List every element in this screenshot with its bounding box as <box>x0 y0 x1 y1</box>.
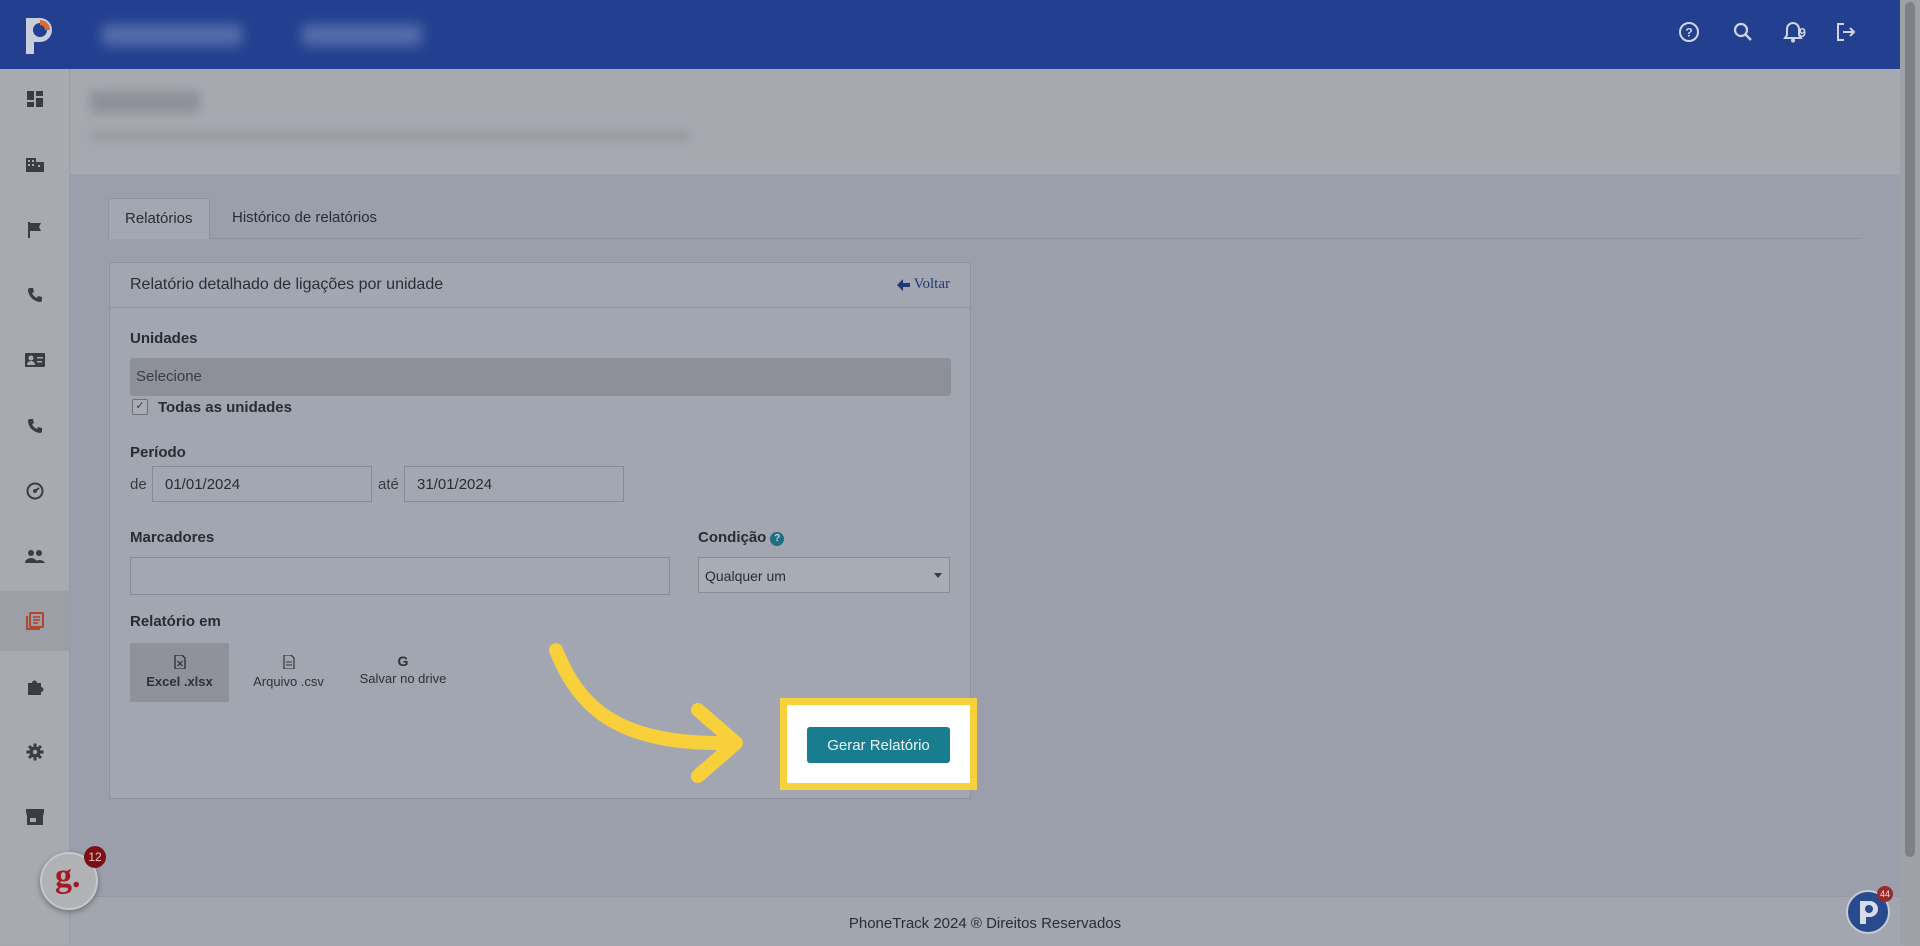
phonetrack-logo[interactable] <box>18 12 58 56</box>
format-csv-label: Arquivo .csv <box>253 674 324 689</box>
footer: PhoneTrack 2024 ® Direitos Reservados <box>70 896 1900 946</box>
users-icon <box>24 550 45 563</box>
back-link[interactable]: Voltar <box>896 276 950 293</box>
sidebar-item-contacts[interactable] <box>0 330 69 390</box>
sidebar-item-settings[interactable] <box>0 722 69 782</box>
notification-count: 9 <box>1798 24 1806 40</box>
page-header <box>70 69 1900 174</box>
scrollbar-thumb[interactable] <box>1905 2 1915 857</box>
date-end-input[interactable]: 31/01/2024 <box>404 466 624 502</box>
g-widget-button[interactable]: g. 12 <box>40 846 106 910</box>
unidades-label: Unidades <box>130 330 198 347</box>
phone-call-icon <box>27 419 42 433</box>
format-drive-label: Salvar no drive <box>359 671 447 686</box>
top-navbar: ? 9 <box>0 0 1900 69</box>
g-widget-count: 12 <box>84 846 106 868</box>
format-excel-button[interactable]: Excel .xlsx <box>130 643 229 702</box>
unidades-placeholder: Selecione <box>136 368 202 385</box>
annotation-arrow <box>549 643 743 783</box>
card-header: Relatório detalhado de ligações por unid… <box>110 263 970 308</box>
csv-file-icon <box>239 654 338 672</box>
relatorio-em-label: Relatório em <box>130 613 221 630</box>
phone-icon <box>27 288 42 302</box>
caret-down-icon <box>934 573 942 578</box>
building-icon <box>25 158 44 172</box>
search-icon[interactable] <box>1729 18 1757 46</box>
marcadores-input[interactable] <box>130 557 670 595</box>
sidebar-item-phone-lines[interactable] <box>0 396 69 456</box>
sidebar-item-dashboard[interactable] <box>0 69 69 129</box>
gerar-relatorio-button[interactable]: Gerar Relatório <box>807 727 950 763</box>
sidebar-item-reports[interactable] <box>0 591 69 651</box>
card-title: Relatório detalhado de ligações por unid… <box>130 276 444 293</box>
flag-icon <box>27 222 41 238</box>
reports-icon <box>25 612 44 630</box>
date-start-input[interactable]: 01/01/2024 <box>152 466 372 502</box>
report-tabs: Relatórios Histórico de relatórios <box>108 198 1862 239</box>
sidebar-item-calls[interactable] <box>0 265 69 325</box>
chat-widget-count: 44 <box>1877 886 1893 902</box>
todas-unidades-label: Todas as unidades <box>158 399 292 416</box>
unidades-select[interactable]: Selecione <box>130 358 951 396</box>
sidebar-item-store[interactable] <box>0 787 69 847</box>
logout-icon[interactable] <box>1832 18 1860 46</box>
format-csv-button[interactable]: Arquivo .csv <box>239 643 338 702</box>
de-label: de <box>130 476 147 493</box>
tab-historico[interactable]: Histórico de relatórios <box>216 198 393 238</box>
footer-text: PhoneTrack 2024 ® Direitos Reservados <box>848 915 1122 932</box>
svg-text:?: ? <box>1685 26 1692 40</box>
sidebar-item-units[interactable] <box>0 134 69 194</box>
page-scrollbar[interactable] <box>1900 0 1920 945</box>
format-excel-label: Excel .xlsx <box>146 674 213 689</box>
sidebar-item-speed[interactable] <box>0 461 69 521</box>
store-icon <box>25 809 44 825</box>
back-label: Voltar <box>913 276 950 292</box>
notifications-button[interactable]: 9 <box>1782 18 1806 46</box>
condicao-label: Condição <box>698 529 767 546</box>
speed-icon <box>26 482 43 500</box>
sidebar <box>0 69 70 945</box>
question-icon[interactable]: ? <box>770 532 785 546</box>
sidebar-item-campaigns[interactable] <box>0 200 69 260</box>
g-logo-icon: g. <box>55 858 81 895</box>
format-drive-button[interactable]: G Salvar no drive <box>348 643 458 702</box>
condicao-select[interactable]: Qualquer um <box>698 557 950 593</box>
condicao-value: Qualquer um <box>705 568 786 584</box>
periodo-label: Período <box>130 444 186 461</box>
excel-file-icon <box>130 654 229 672</box>
arrow-left-icon <box>896 278 910 291</box>
gear-icon <box>26 743 43 761</box>
tab-relatorios[interactable]: Relatórios <box>108 198 210 239</box>
sidebar-item-integrations[interactable] <box>0 657 69 717</box>
google-icon: G <box>397 653 409 669</box>
puzzle-icon <box>27 680 44 695</box>
todas-unidades-checkbox[interactable]: ✓ <box>132 399 148 415</box>
help-icon[interactable]: ? <box>1675 18 1703 46</box>
dashboard-icon <box>26 91 43 107</box>
chat-widget-button[interactable]: 44 <box>1846 886 1893 934</box>
marcadores-label: Marcadores <box>130 529 215 546</box>
blurred-page-title <box>90 91 690 141</box>
ate-label: até <box>378 476 399 493</box>
sidebar-item-users[interactable] <box>0 526 69 586</box>
contact-card-icon <box>24 353 45 367</box>
